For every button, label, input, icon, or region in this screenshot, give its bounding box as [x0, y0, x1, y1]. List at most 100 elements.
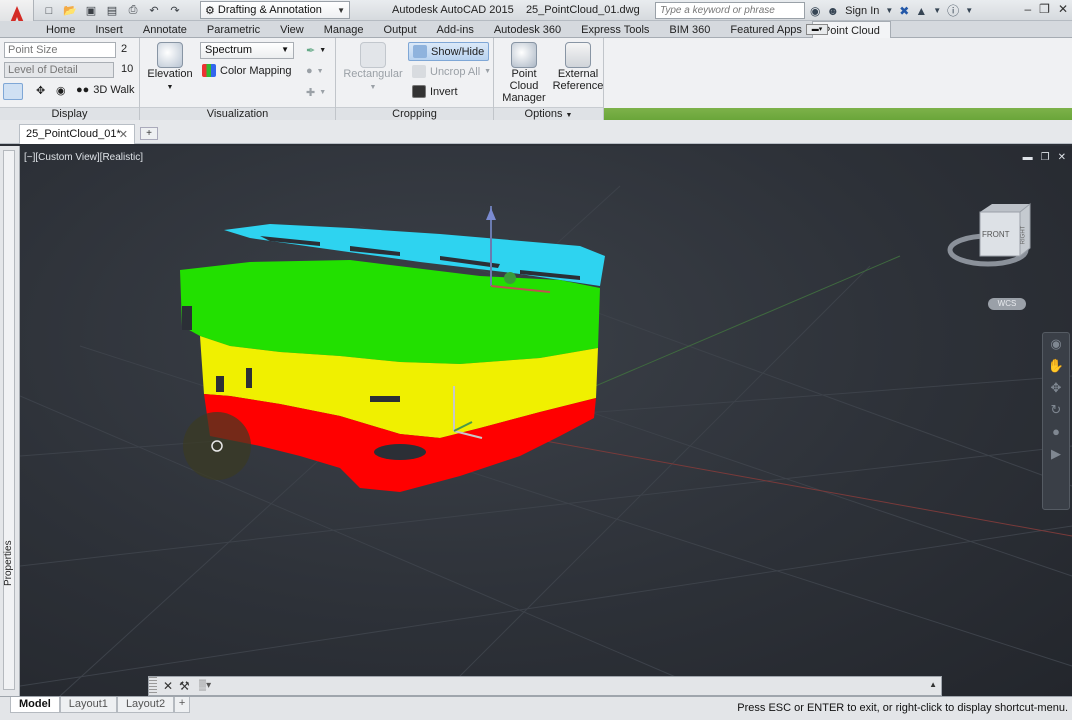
help-search-input[interactable]: Type a keyword or phrase [655, 2, 805, 19]
chevron-down-icon[interactable]: ▼ [885, 6, 893, 15]
close-icon[interactable]: ✕ [1058, 152, 1066, 163]
color-mapping-button[interactable]: Color Mapping [202, 64, 292, 77]
level-of-detail-slider[interactable]: Level of Detail [4, 62, 114, 78]
highlight-tool-button[interactable]: ✒ ▼ [306, 44, 326, 57]
status-message: Press ESC or ENTER to exit, or right-cli… [737, 702, 1068, 714]
wrench-icon[interactable]: ⚒ [179, 679, 190, 693]
ribbon-tab[interactable]: Annotate [133, 21, 197, 38]
show-hide-crop-button[interactable]: Show/Hide [408, 42, 490, 61]
sign-in-link[interactable]: Sign In [845, 5, 879, 17]
workspace-label: Drafting & Annotation [217, 4, 322, 16]
ribbon-tab[interactable]: Output [374, 21, 427, 38]
properties-palette-bar[interactable]: Properties [0, 146, 20, 696]
color-scheme-dropdown[interactable]: Spectrum ▼ [200, 42, 294, 59]
ribbon-tab[interactable]: Insert [85, 21, 133, 38]
open-folder-icon[interactable]: 📂 [61, 3, 79, 19]
save-icon[interactable]: ▣ [82, 3, 100, 19]
user-icon[interactable]: ☻ [826, 4, 839, 18]
y-gizmo-handle [504, 272, 516, 284]
point-cloud-display-icon [3, 83, 23, 100]
pan-icon[interactable]: ✋ [1043, 355, 1069, 377]
gear-icon: ⚙ [205, 4, 215, 17]
minimize-icon[interactable]: – [1024, 2, 1031, 16]
command-line-grip[interactable] [149, 677, 157, 695]
autodesk-360-icon[interactable]: ▲ [915, 4, 927, 18]
3d-walk-label: 3D Walk [93, 84, 135, 96]
add-layout-button[interactable]: + [174, 697, 191, 713]
rectangular-crop-icon [360, 42, 386, 68]
ribbon-tab[interactable]: View [270, 21, 314, 38]
ribbon-tab[interactable]: Manage [314, 21, 374, 38]
uncrop-all-button[interactable]: Uncrop All ▼ [412, 65, 491, 78]
3d-walk-button[interactable]: ●● 3D Walk [76, 84, 134, 96]
restore-icon[interactable]: ❐ [1041, 152, 1050, 163]
elevation-button[interactable]: Elevation ▼ [146, 42, 194, 94]
chevron-down-icon[interactable]: ▼ [965, 6, 973, 15]
move-icon: ✚ [306, 87, 316, 99]
command-line[interactable]: ✕ ⚒ ▒▾ ▲ [148, 676, 942, 696]
wcs-menu-button[interactable]: WCS [988, 298, 1026, 310]
binoculars-icon[interactable]: ◉ [810, 4, 820, 18]
new-tab-button[interactable]: + [140, 127, 158, 140]
external-reference-icon [565, 42, 591, 68]
orbit-icon: ✥ [36, 85, 46, 97]
close-icon[interactable]: ✕ [163, 679, 173, 693]
chevron-down-icon: ▼ [369, 84, 377, 91]
layout-tab[interactable]: Layout1 [59, 697, 117, 713]
ribbon-tab[interactable]: Add-ins [427, 21, 484, 38]
print-icon[interactable]: ⎙ [124, 3, 142, 19]
external-reference-button[interactable]: External Reference [552, 42, 604, 92]
close-icon[interactable]: ✕ [1058, 2, 1068, 16]
undo-icon[interactable]: ↶ [145, 3, 163, 19]
workspace-select[interactable]: ⚙ Drafting & Annotation ▼ [200, 1, 350, 19]
point-cloud-manager-button[interactable]: Point Cloud Manager [496, 42, 552, 104]
status-bar: Model Layout1 Layout2 + Press ESC or ENTER … [0, 696, 1072, 720]
layout-tab[interactable]: Model [10, 697, 60, 713]
walk-mode-button[interactable]: ◉ [56, 84, 66, 97]
point-size-value[interactable]: 2 [118, 42, 136, 58]
manager-label-line2: Manager [502, 92, 546, 104]
save-as-icon[interactable]: ▤ [103, 3, 121, 19]
chevron-down-icon[interactable]: ▼ [933, 6, 941, 15]
help-icon[interactable]: ⓘ [947, 2, 959, 19]
orbit-icon[interactable]: ↻ [1043, 399, 1069, 421]
point-size-field[interactable]: Point Size [4, 42, 116, 58]
zoom-icon[interactable]: ✥ [1043, 377, 1069, 399]
ribbon-tab[interactable]: Featured Apps [720, 21, 812, 38]
ribbon-tab[interactable]: Parametric [197, 21, 270, 38]
options-panel-label[interactable]: Options ▼ [494, 107, 603, 120]
restore-icon[interactable]: ❐ [1039, 2, 1050, 16]
ribbon-tab[interactable]: Autodesk 360 [484, 21, 571, 38]
chevron-down-icon: ▼ [316, 67, 324, 75]
palette-grip[interactable] [3, 150, 15, 690]
file-tab-active[interactable]: 25_PointCloud_01* ✕ [19, 124, 135, 144]
chevron-down-icon: ▼ [565, 112, 573, 119]
viewport-controls-label[interactable]: [−][Custom View][Realistic] [24, 152, 143, 163]
cropping-panel: Rectangular ▼ Show/Hide Uncrop All ▼ Inv… [336, 38, 494, 120]
minimize-icon[interactable]: ▬ [1023, 152, 1033, 163]
redo-icon[interactable]: ↷ [166, 3, 184, 19]
showmotion-icon[interactable]: ▶ [1043, 443, 1069, 465]
new-file-icon[interactable]: □ [40, 3, 58, 19]
drawing-viewport[interactable]: [−][Custom View][Realistic] ▬ ❐ ✕ FRONT … [20, 146, 1072, 696]
ribbon-tab[interactable]: Express Tools [571, 21, 659, 38]
close-icon[interactable]: ✕ [119, 128, 128, 141]
level-of-detail-value[interactable]: 10 [118, 62, 138, 78]
ribbon-minimize-toggle[interactable]: ▬▾ [806, 24, 828, 35]
layout-tab[interactable]: Layout2 [116, 697, 175, 713]
rectangular-crop-button[interactable]: Rectangular ▼ [342, 42, 404, 94]
chevron-up-icon[interactable]: ▲ [929, 680, 937, 689]
orbit-button[interactable]: ✥ [36, 84, 45, 97]
exchange-apps-icon[interactable]: ✖ [899, 4, 909, 18]
point-cloud-display-button[interactable] [3, 83, 23, 100]
floor-opening [374, 444, 426, 460]
transform-button[interactable]: ✚ ▼ [306, 86, 326, 99]
ribbon-tab[interactable]: Home [36, 21, 85, 38]
walk-icon[interactable]: ● [1043, 421, 1069, 443]
invert-crop-button[interactable]: Invert [412, 85, 458, 98]
ribbon-tab[interactable]: BIM 360 [659, 21, 720, 38]
options-panel: Point Cloud Manager External Reference O… [494, 38, 604, 120]
visualization-panel-label: Visualization [140, 107, 335, 120]
lighting-button[interactable]: ● ▼ [306, 65, 324, 77]
steering-wheel-icon[interactable]: ◉ [1043, 333, 1069, 355]
